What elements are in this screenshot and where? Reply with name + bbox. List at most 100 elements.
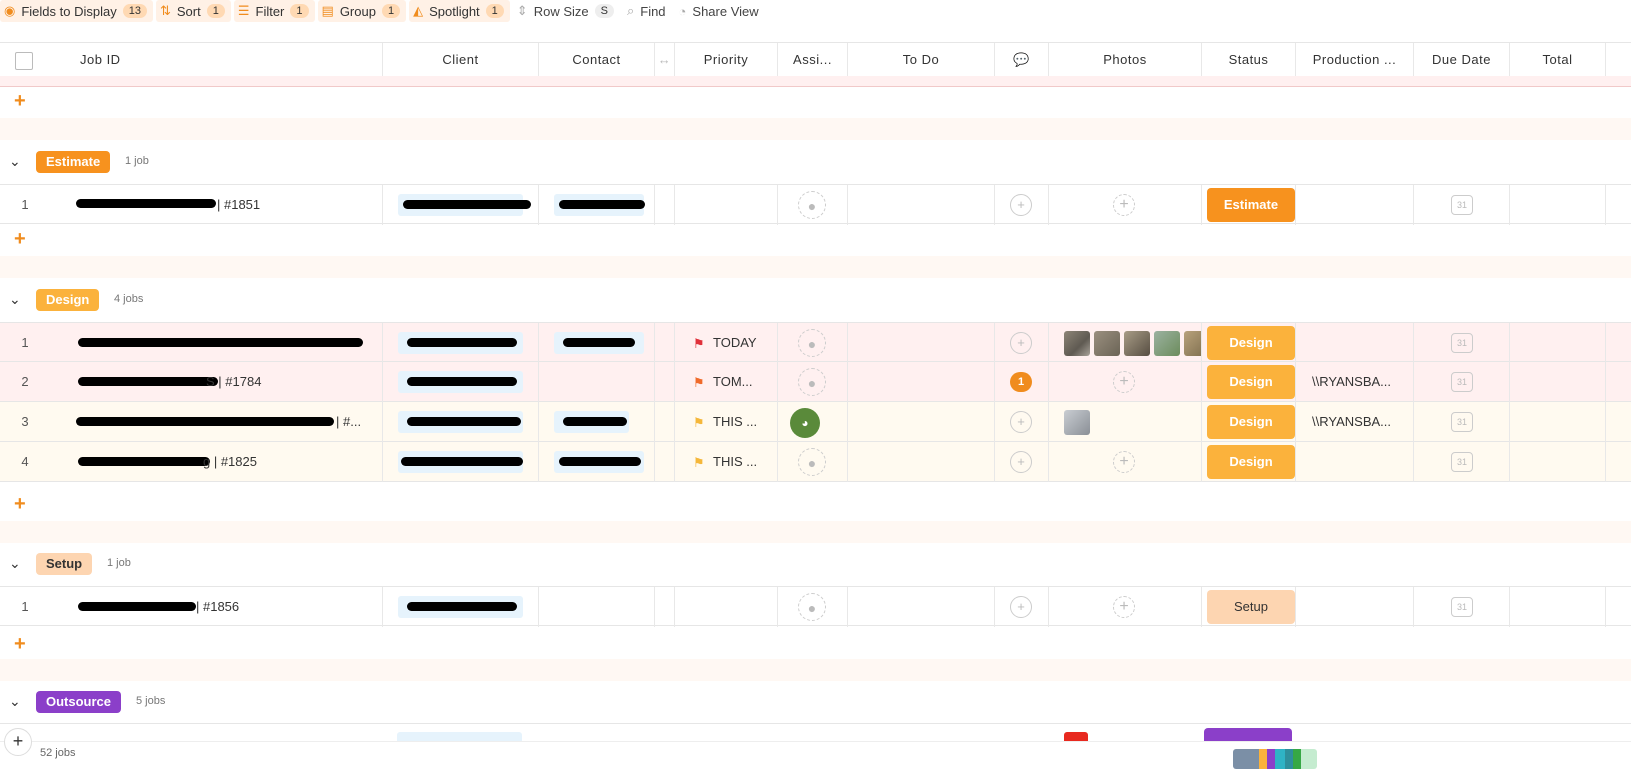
user-icon[interactable]: ● [798, 448, 826, 476]
todo-cell[interactable] [847, 402, 994, 442]
status-button[interactable]: Design [1207, 365, 1295, 399]
add-comment-icon[interactable]: + [1010, 194, 1032, 216]
due-date-cell[interactable]: 31 [1413, 442, 1509, 482]
priority-cell[interactable]: ⚑ THIS ... [674, 442, 777, 482]
status-color-bar[interactable] [1233, 749, 1317, 769]
production-cell[interactable]: \\RYANSBA... [1295, 402, 1413, 442]
status-button[interactable]: Setup [1207, 590, 1295, 624]
add-comment-icon[interactable]: + [1010, 596, 1032, 618]
photo-thumbnail[interactable] [1124, 331, 1150, 356]
column-header-photos[interactable]: Photos [1048, 43, 1201, 77]
photo-thumbnail[interactable] [1064, 410, 1090, 435]
priority-cell[interactable]: ⚑ TODAY [674, 323, 777, 363]
assignee-cell[interactable]: ◕ [777, 402, 847, 442]
comment-count-badge[interactable]: 1 [1010, 372, 1032, 392]
photo-thumbnail[interactable] [1094, 331, 1120, 356]
find-button[interactable]: ⌕ Find [623, 0, 672, 22]
calendar-icon[interactable]: 31 [1451, 333, 1473, 353]
group-pill-design[interactable]: Design [36, 289, 100, 311]
assignee-cell[interactable]: ● [777, 587, 847, 627]
comments-cell[interactable]: + [994, 402, 1048, 442]
chevron-down-icon[interactable]: ⌄ [9, 153, 21, 170]
todo-cell[interactable] [847, 185, 994, 225]
todo-cell[interactable] [847, 442, 994, 482]
table-row[interactable]: 1 ⚑ TODAY ● + Design 31 [0, 322, 1631, 363]
column-resize-icon[interactable]: ↔ [654, 43, 674, 77]
job-id-text[interactable]: g | #1825 [203, 442, 257, 482]
column-header-assignee[interactable]: Assi... [777, 43, 847, 77]
table-row-partial[interactable] [0, 723, 1631, 742]
production-cell[interactable] [1295, 323, 1413, 363]
spotlight-button[interactable]: ◭ Spotlight 1 [409, 0, 510, 22]
add-photo-icon[interactable]: + [1113, 451, 1135, 473]
total-cell[interactable] [1509, 185, 1605, 225]
chevron-down-icon[interactable]: ⌄ [9, 693, 21, 710]
column-header-total[interactable]: Total [1509, 43, 1605, 77]
status-button[interactable] [1204, 728, 1292, 742]
due-date-cell[interactable]: 31 [1413, 323, 1509, 363]
job-id-text[interactable]: | #1851 [217, 185, 260, 225]
total-cell[interactable] [1509, 587, 1605, 627]
calendar-icon[interactable]: 31 [1451, 597, 1473, 617]
assignee-cell[interactable]: ● [777, 323, 847, 363]
user-icon[interactable]: ● [798, 191, 826, 219]
photos-cell[interactable]: + [1048, 587, 1201, 627]
due-date-cell[interactable]: 31 [1413, 185, 1509, 225]
column-header-todo[interactable]: To Do [847, 43, 994, 77]
add-row-button[interactable]: + [14, 90, 26, 113]
add-photo-icon[interactable]: + [1113, 371, 1135, 393]
user-icon[interactable]: ● [798, 368, 826, 396]
comments-cell[interactable]: + [994, 323, 1048, 363]
assignee-cell[interactable]: ● [777, 185, 847, 225]
group-pill-estimate[interactable]: Estimate [36, 151, 111, 173]
photos-cell[interactable]: + [1048, 185, 1201, 225]
photos-cell[interactable]: + [1048, 362, 1201, 402]
total-cell[interactable] [1509, 362, 1605, 402]
comments-cell[interactable]: 1 [994, 362, 1048, 402]
priority-cell[interactable]: ⚑ THIS ... [674, 402, 777, 442]
status-button[interactable]: Design [1207, 445, 1295, 479]
calendar-icon[interactable]: 31 [1451, 452, 1473, 472]
table-row[interactable]: 3 | #... ⚑ THIS ... ◕ + Design \\RYANSBA… [0, 402, 1631, 442]
column-header-priority[interactable]: Priority [674, 43, 777, 77]
add-row-button[interactable]: + [14, 228, 26, 251]
group-pill-setup[interactable]: Setup [36, 553, 93, 575]
sort-button[interactable]: ⇅ Sort 1 [155, 0, 231, 22]
column-header-production[interactable]: Production ... [1295, 43, 1413, 77]
column-header-due-date[interactable]: Due Date [1413, 43, 1509, 77]
total-cell[interactable] [1509, 402, 1605, 442]
contact-cell[interactable] [538, 362, 654, 402]
column-header-comments[interactable]: 💬 [994, 43, 1048, 77]
table-row[interactable]: 1 | #1851 ● + + Estimate 31 [0, 184, 1631, 225]
column-header-job-id[interactable]: Job ID [50, 43, 382, 77]
contact-cell[interactable] [538, 587, 654, 627]
production-cell[interactable]: \\RYANSBA... [1295, 362, 1413, 402]
job-id-text[interactable]: S | #1784 [206, 362, 261, 402]
comments-cell[interactable]: + [994, 185, 1048, 225]
assignee-cell[interactable]: ● [777, 442, 847, 482]
status-button[interactable]: Estimate [1207, 188, 1295, 222]
avatar[interactable]: ◕ [790, 408, 820, 438]
status-button[interactable]: Design [1207, 405, 1295, 439]
comments-cell[interactable]: + [994, 587, 1048, 627]
photos-cell[interactable] [1048, 323, 1201, 363]
row-size-button[interactable]: ⇕ Row Size S [513, 0, 620, 22]
photo-thumbnail[interactable] [1154, 331, 1180, 356]
filter-button[interactable]: ☰ Filter 1 [233, 0, 315, 22]
add-row-button[interactable]: + [14, 493, 26, 516]
add-photo-icon[interactable]: + [1113, 194, 1135, 216]
add-row-button[interactable]: + [14, 633, 26, 656]
calendar-icon[interactable]: 31 [1451, 412, 1473, 432]
add-comment-icon[interactable]: + [1010, 332, 1032, 354]
total-cell[interactable] [1509, 323, 1605, 363]
add-photo-icon[interactable]: + [1113, 596, 1135, 618]
todo-cell[interactable] [847, 323, 994, 363]
due-date-cell[interactable]: 31 [1413, 402, 1509, 442]
priority-cell[interactable]: ⚑ TOM... [674, 362, 777, 402]
group-pill-outsource[interactable]: Outsource [36, 691, 122, 713]
priority-cell[interactable] [674, 185, 777, 225]
chevron-down-icon[interactable]: ⌄ [9, 291, 21, 308]
user-icon[interactable]: ● [798, 593, 826, 621]
add-comment-icon[interactable]: + [1010, 451, 1032, 473]
photos-cell[interactable]: + [1048, 442, 1201, 482]
